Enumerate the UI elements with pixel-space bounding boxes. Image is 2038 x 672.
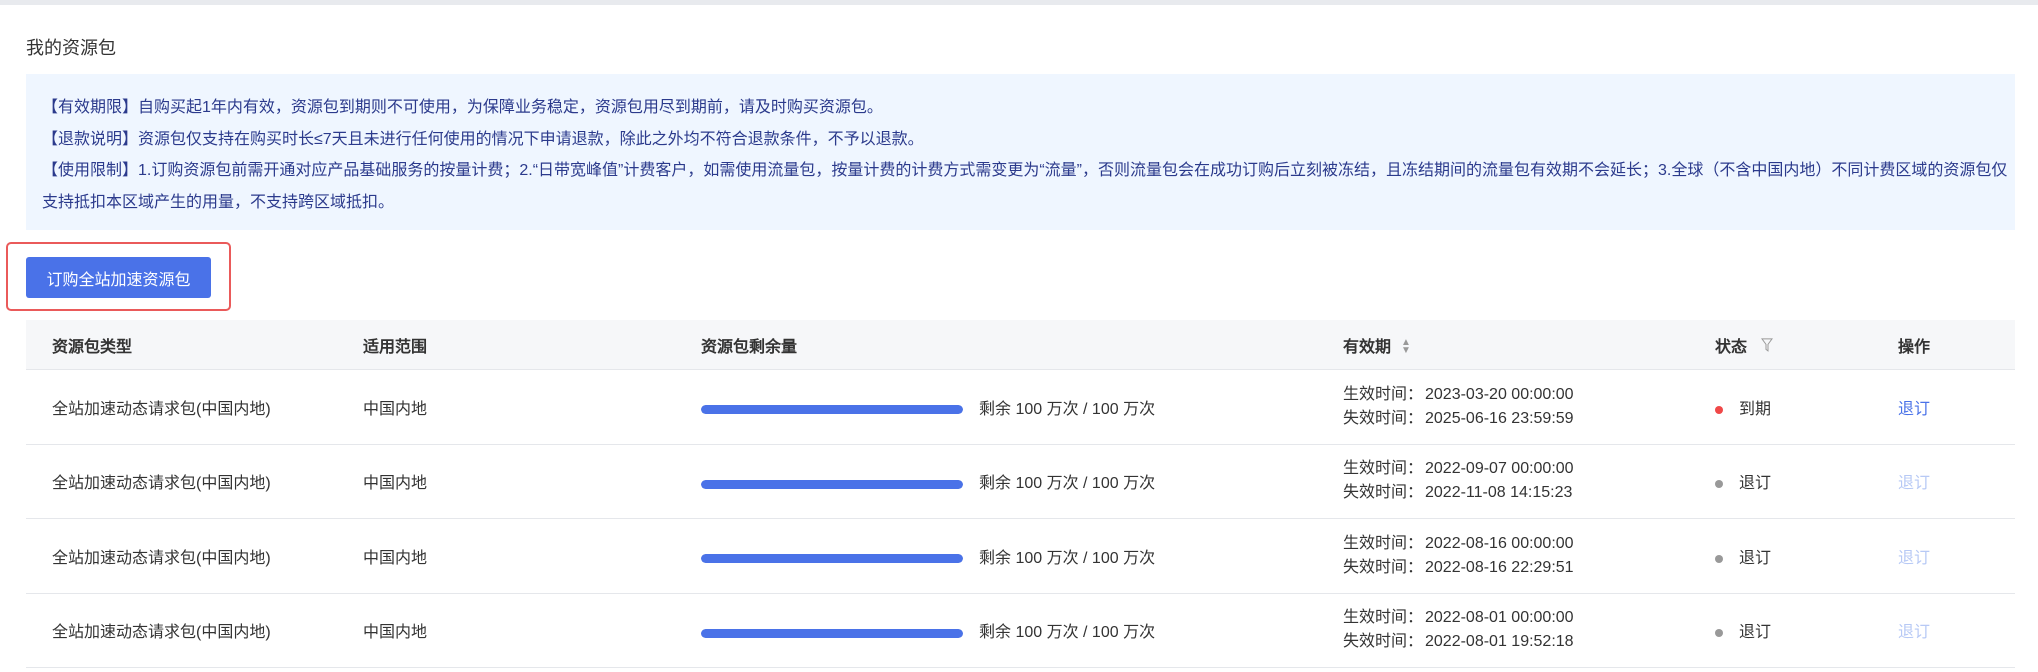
notice-usage-cont: 支持抵扣本区域产生的用量，不支持跨区域抵扣。 — [42, 193, 395, 211]
status-text: 退订 — [1739, 549, 1772, 567]
notice-refund: 【退款说明】资源包仅支持在购买时长≤7天且未进行任何使用的情况下申请退款，除此之… — [42, 130, 924, 148]
remaining-progress-fill — [701, 628, 963, 638]
unsubscribe-link[interactable]: 退订 — [1898, 618, 1930, 642]
end-label: 失效时间： — [1343, 484, 1424, 502]
remaining-progress-fill — [701, 405, 963, 415]
start-label: 生效时间： — [1343, 385, 1424, 403]
remaining-progress-fill — [701, 479, 963, 489]
unsubscribe-link[interactable]: 退订 — [1898, 469, 1930, 493]
remaining-cell: 剩余 100 万次 / 100 万次 — [701, 395, 1155, 419]
filter-icon[interactable] — [1761, 338, 1773, 356]
col-status-label: 状态 — [1715, 338, 1748, 356]
end-label: 失效时间： — [1343, 633, 1424, 651]
validity-cell: 生效时间： 2022-09-07 00:00:00 失效时间： 2022-11-08… — [1343, 457, 1574, 505]
status-text: 退订 — [1739, 624, 1772, 642]
validity-cell: 生效时间： 2022-08-01 00:00:00 失效时间： 2022-08-01… — [1343, 606, 1574, 654]
package-scope: 中国内地 — [363, 475, 428, 493]
buy-resource-package-button[interactable]: 订购全站加速资源包 — [26, 257, 211, 298]
end-time: 2022-08-01 19:52:18 — [1425, 633, 1574, 651]
col-status: 状态 — [1715, 332, 1773, 356]
end-time: 2022-11-08 14:15:23 — [1425, 484, 1573, 502]
remaining-text: 剩余 100 万次 / 100 万次 — [979, 549, 1156, 567]
col-type: 资源包类型 — [52, 338, 133, 356]
remaining-cell: 剩余 100 万次 / 100 万次 — [701, 469, 1155, 493]
start-label: 生效时间： — [1343, 534, 1424, 552]
table-row: 全站加速动态请求包(中国内地) 中国内地 剩余 100 万次 / 100 万次 … — [26, 370, 2015, 445]
remaining-text: 剩余 100 万次 / 100 万次 — [979, 400, 1156, 418]
status-dot-icon — [1715, 480, 1723, 489]
package-scope: 中国内地 — [363, 624, 428, 642]
package-scope: 中国内地 — [363, 400, 428, 418]
col-remaining: 资源包剩余量 — [701, 338, 798, 356]
status-dot-icon — [1715, 405, 1723, 414]
status-text: 退订 — [1739, 475, 1772, 493]
start-time: 2023-03-20 00:00:00 — [1425, 385, 1574, 403]
resource-package-table: 资源包类型 适用范围 资源包剩余量 有效期 ▲ ▼ 状态 操作 全站加速动态请求包(… — [26, 320, 2015, 668]
start-label: 生效时间： — [1343, 460, 1424, 478]
page-title: 我的资源包 — [26, 38, 116, 58]
end-label: 失效时间： — [1343, 558, 1424, 576]
unsubscribe-link[interactable]: 退订 — [1898, 395, 1930, 419]
remaining-cell: 剩余 100 万次 / 100 万次 — [701, 544, 1155, 568]
col-action: 操作 — [1898, 338, 1931, 356]
sort-icon[interactable]: ▲ ▼ — [1401, 338, 1411, 356]
remaining-text: 剩余 100 万次 / 100 万次 — [979, 624, 1156, 642]
remaining-progress-bar — [701, 405, 963, 415]
table-row: 全站加速动态请求包(中国内地) 中国内地 剩余 100 万次 / 100 万次 … — [26, 445, 2015, 519]
remaining-cell: 剩余 100 万次 / 100 万次 — [701, 618, 1155, 642]
notice-validity: 【有效期限】自购买起1年内有效，资源包到期则不可使用，为保障业务稳定，资源包用尽… — [42, 99, 883, 116]
remaining-progress-bar — [701, 628, 963, 638]
remaining-progress-bar — [701, 554, 963, 564]
remaining-progress-bar — [701, 479, 963, 489]
table-row: 全站加速动态请求包(中国内地) 中国内地 剩余 100 万次 / 100 万次 … — [26, 594, 2015, 668]
package-scope: 中国内地 — [363, 549, 428, 567]
start-time: 2022-09-07 00:00:00 — [1425, 460, 1574, 478]
table-header: 资源包类型 适用范围 资源包剩余量 有效期 ▲ ▼ 状态 操作 — [26, 320, 2015, 370]
validity-cell: 生效时间： 2023-03-20 00:00:00 失效时间： 2025-06-16… — [1343, 383, 1574, 431]
package-type: 全站加速动态请求包(中国内地) — [52, 475, 271, 493]
col-validity[interactable]: 有效期 ▲ ▼ — [1343, 333, 1411, 357]
unsubscribe-link[interactable]: 退订 — [1898, 544, 1930, 568]
package-type: 全站加速动态请求包(中国内地) — [52, 549, 271, 567]
status-badge: 退订 — [1715, 544, 1771, 568]
remaining-progress-fill — [701, 554, 963, 564]
end-label: 失效时间： — [1343, 409, 1424, 427]
status-dot-icon — [1715, 629, 1723, 638]
col-validity-label: 有效期 — [1343, 338, 1392, 356]
start-time: 2022-08-16 00:00:00 — [1425, 534, 1574, 552]
remaining-text: 剩余 100 万次 / 100 万次 — [979, 475, 1156, 493]
start-label: 生效时间： — [1343, 609, 1424, 627]
status-badge: 到期 — [1715, 395, 1771, 419]
col-scope: 适用范围 — [363, 338, 428, 356]
status-dot-icon — [1715, 554, 1723, 563]
package-type: 全站加速动态请求包(中国内地) — [52, 624, 271, 642]
end-time: 2022-08-16 22:29:51 — [1425, 558, 1574, 576]
notice-usage: 【使用限制】1.订购资源包前需开通对应产品基础服务的按量计费；2.“日带宽峰值”… — [42, 162, 2008, 179]
top-bar — [0, 0, 2038, 5]
validity-cell: 生效时间： 2022-08-16 00:00:00 失效时间： 2022-08-16… — [1343, 532, 1574, 580]
status-badge: 退订 — [1715, 618, 1771, 642]
end-time: 2025-06-16 23:59:59 — [1425, 409, 1574, 427]
start-time: 2022-08-01 00:00:00 — [1425, 609, 1574, 627]
notice-box: 【有效期限】自购买起1年内有效，资源包到期则不可使用，为保障业务稳定，资源包用尽… — [26, 74, 2015, 230]
status-badge: 退订 — [1715, 469, 1771, 493]
status-text: 到期 — [1739, 400, 1772, 418]
package-type: 全站加速动态请求包(中国内地) — [52, 400, 271, 418]
table-row: 全站加速动态请求包(中国内地) 中国内地 剩余 100 万次 / 100 万次 … — [26, 519, 2015, 594]
